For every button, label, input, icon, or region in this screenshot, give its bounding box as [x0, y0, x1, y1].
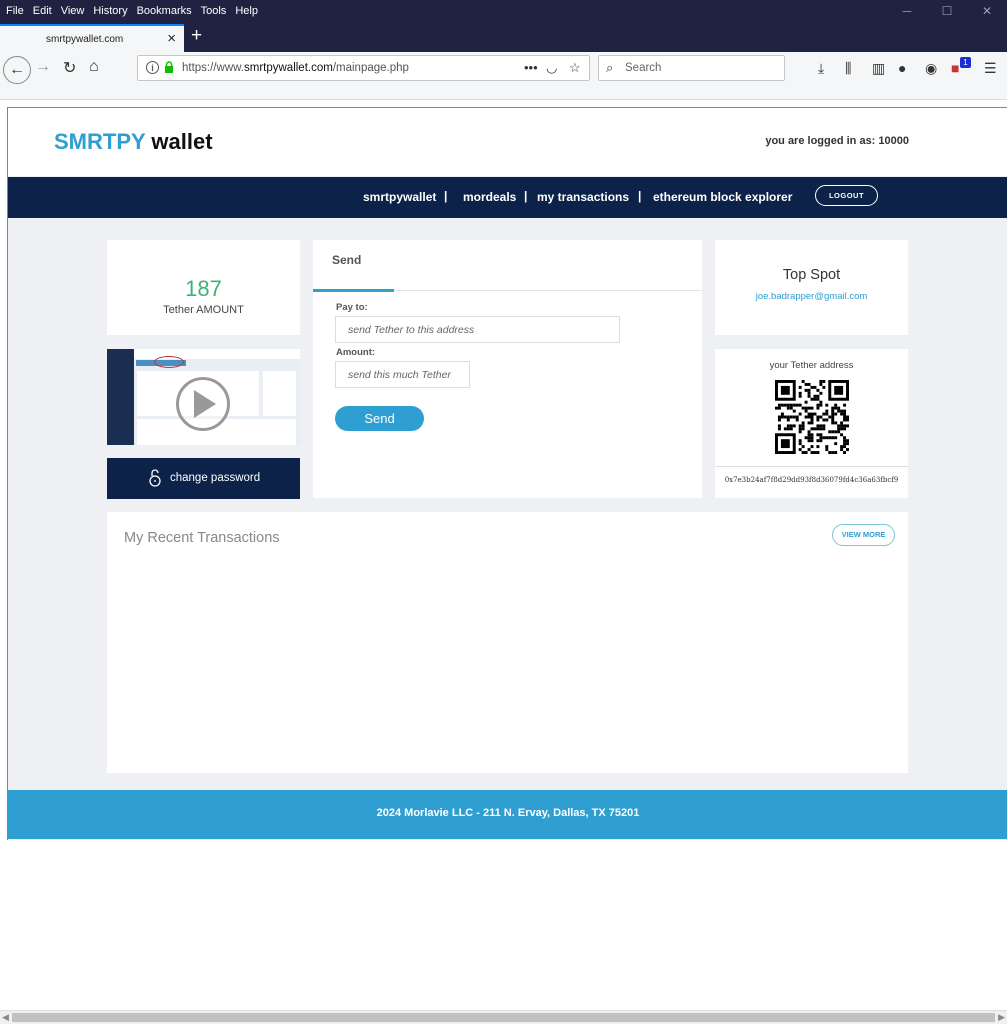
main-nav: smrtpywallet | mordeals | my transaction…	[8, 177, 1007, 218]
send-tab-indicator	[313, 289, 394, 292]
amount-input[interactable]	[335, 361, 470, 388]
pay-to-label: Pay to:	[336, 302, 368, 313]
menu-help[interactable]: Help	[235, 5, 258, 17]
balance-card: 187 Tether AMOUNT	[107, 240, 300, 335]
search-bar[interactable]: ⌕ Search	[598, 55, 785, 81]
menu-edit[interactable]: Edit	[33, 5, 52, 17]
change-password-label: change password	[170, 472, 261, 484]
reload-icon[interactable]: ↻	[63, 58, 76, 78]
new-tab-icon[interactable]: +	[191, 25, 202, 47]
pay-to-input[interactable]	[335, 316, 620, 343]
search-placeholder: Search	[625, 62, 662, 74]
top-spot-email[interactable]: joe.badrapper@gmail.com	[715, 291, 908, 302]
addon-check-icon[interactable]: ●	[898, 60, 906, 76]
menu-bookmarks[interactable]: Bookmarks	[137, 5, 192, 17]
forward-icon[interactable]: →	[35, 58, 51, 76]
balance-amount: 187	[185, 276, 222, 301]
nav-smrtpywallet[interactable]: smrtpywallet	[363, 190, 436, 204]
tab-title: smrtpywallet.com	[46, 34, 124, 45]
search-icon: ⌕	[606, 60, 614, 75]
nav-separator: |	[444, 189, 448, 203]
horizontal-scrollbar[interactable]: ◀ ▶	[0, 1010, 1007, 1024]
unlock-icon	[149, 469, 161, 487]
nav-separator: |	[638, 189, 642, 203]
amount-label: Amount:	[336, 347, 376, 358]
download-icon[interactable]: ⤓	[818, 60, 824, 77]
hamburger-menu-icon[interactable]: ☰	[984, 60, 997, 77]
library-icon[interactable]: ⫼	[845, 60, 851, 77]
site-logo[interactable]: SMRTPY wallet	[54, 129, 213, 155]
url-text: https://www.smrtpywallet.com/mainpage.ph…	[182, 62, 409, 74]
recent-transactions-card: My Recent Transactions VIEW MORE	[107, 512, 908, 773]
info-icon[interactable]: i	[146, 61, 159, 74]
sidebar-icon[interactable]: ▥	[872, 60, 885, 77]
top-spot-title: Top Spot	[782, 267, 841, 283]
menu-history[interactable]: History	[93, 5, 127, 17]
top-spot-card: Top Spot joe.badrapper@gmail.com	[715, 240, 908, 335]
nav-toolbar: ← → ↻ ⌂ i https://www.smrtpywallet.com/m…	[0, 52, 1007, 100]
nav-mordeals[interactable]: mordeals	[463, 190, 516, 204]
qr-code	[775, 380, 849, 454]
send-panel: Send Pay to: Amount: Send	[313, 240, 702, 498]
transactions-title: My Recent Transactions	[124, 530, 280, 546]
site-header: SMRTPY wallet you are logged in as: 1000…	[8, 108, 1007, 176]
browser-tab[interactable]: smrtpywallet.com ×	[0, 24, 184, 52]
url-bar[interactable]: i https://www.smrtpywallet.com/mainpage.…	[137, 55, 590, 81]
change-password-button[interactable]: change password	[107, 458, 300, 499]
minimize-icon[interactable]: ─	[887, 0, 927, 22]
site-footer: 2024 Morlavie LLC - 211 N. Ervay, Dallas…	[8, 790, 1007, 839]
nav-separator: |	[524, 189, 528, 203]
close-window-icon[interactable]: ✕	[967, 0, 1007, 22]
balance-label: Tether AMOUNT	[163, 304, 244, 316]
tether-address: 0x7e3b24af7f8d29dd93f8d36079fd4c36a63fbc…	[724, 476, 899, 484]
address-title: your Tether address	[769, 360, 854, 371]
menu-file[interactable]: File	[6, 5, 24, 17]
tutorial-video-thumbnail[interactable]	[107, 349, 300, 445]
addon-icon[interactable]: ■	[951, 60, 959, 76]
address-card: your Tether address 0x7e3b24af7f8d29dd93…	[715, 349, 908, 498]
nav-my-transactions[interactable]: my transactions	[537, 190, 629, 204]
bookmark-star-icon[interactable]: ☆	[569, 60, 581, 76]
page-actions-icon[interactable]: •••	[524, 60, 538, 75]
scrollbar-thumb[interactable]	[12, 1013, 995, 1022]
send-button[interactable]: Send	[335, 406, 424, 431]
nav-block-explorer[interactable]: ethereum block explorer	[653, 190, 792, 204]
send-tab[interactable]: Send	[332, 253, 361, 267]
logged-in-status: you are logged in as: 10000	[765, 135, 909, 147]
menu-view[interactable]: View	[61, 5, 85, 17]
tab-strip: smrtpywallet.com ×	[0, 22, 1007, 52]
menu-bar: File Edit View History Bookmarks Tools H…	[0, 0, 1007, 22]
account-icon[interactable]: ◉	[925, 60, 937, 77]
addon-badge: 1	[960, 57, 971, 68]
back-icon[interactable]: ←	[3, 56, 31, 84]
web-page: SMRTPY wallet you are logged in as: 1000…	[7, 107, 1007, 840]
menu-tools[interactable]: Tools	[201, 5, 227, 17]
logout-button[interactable]: LOGOUT	[815, 185, 878, 206]
maximize-icon[interactable]: ☐	[927, 0, 967, 22]
pocket-icon[interactable]: ◡	[546, 60, 557, 76]
lock-icon	[165, 61, 173, 73]
close-tab-icon[interactable]: ×	[167, 30, 176, 47]
view-more-button[interactable]: VIEW MORE	[832, 524, 895, 546]
home-icon[interactable]: ⌂	[89, 58, 99, 76]
